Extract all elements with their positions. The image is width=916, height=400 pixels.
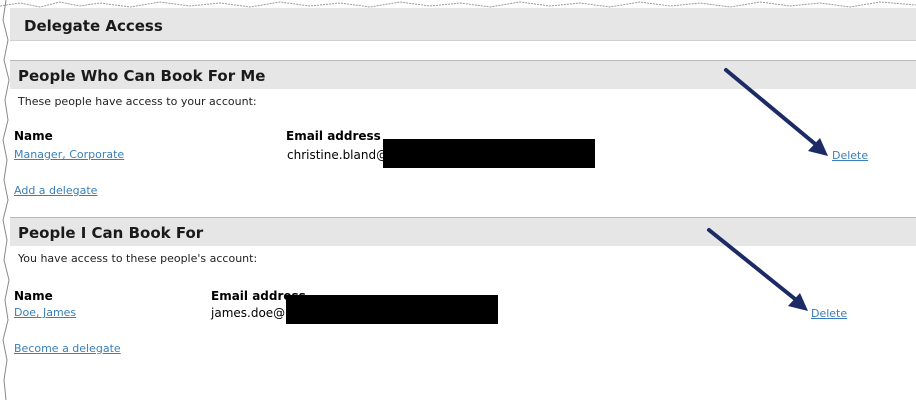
arrow-pointer-icon bbox=[707, 228, 808, 311]
arrow-pointer-icon bbox=[724, 68, 828, 156]
annotation-arrows bbox=[707, 68, 828, 311]
